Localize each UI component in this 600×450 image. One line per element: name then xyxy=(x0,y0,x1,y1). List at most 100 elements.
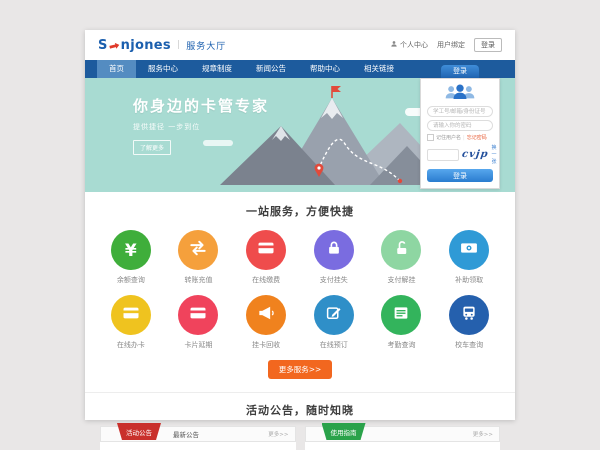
service-label: 校车查询 xyxy=(435,340,503,350)
people-icon xyxy=(427,84,493,103)
header-login-button[interactable]: 登录 xyxy=(474,38,502,52)
banknote-icon xyxy=(459,238,479,262)
unlock-icon xyxy=(392,239,410,261)
service-card-recycle[interactable]: 挂卡回收 xyxy=(232,286,300,351)
username-input[interactable] xyxy=(427,106,493,117)
service-icon-circle[interactable] xyxy=(246,295,286,335)
more-link-usage-guide[interactable]: 更多>> xyxy=(473,430,493,438)
service-icon-circle[interactable] xyxy=(381,230,421,270)
header-link-user-binding[interactable]: 用户绑定 xyxy=(437,40,465,50)
banner-cta-button[interactable]: 了解更多 xyxy=(133,140,171,155)
service-icon-circle[interactable]: ¥ xyxy=(111,230,151,270)
service-online-booking[interactable]: 在线预订 xyxy=(300,286,368,351)
announcements-section: 活动公告，随时知晓 活动公告最新公告更多>>使用指南更多>> xyxy=(85,392,515,450)
service-schoolbus-query[interactable]: 校车查询 xyxy=(435,286,503,351)
logo-tagline: 服务大厅 xyxy=(186,39,226,52)
service-label: 在线办卡 xyxy=(97,340,165,350)
captcha-refresh-link[interactable]: 换一张 xyxy=(492,144,497,165)
bus-icon xyxy=(460,304,478,326)
captcha-input[interactable] xyxy=(427,149,459,161)
service-icon-circle[interactable] xyxy=(246,230,286,270)
remember-row: 记住用户名 | 忘记密码 xyxy=(427,134,493,141)
ribbon-tab-usage-guide[interactable]: 使用指南 xyxy=(322,423,366,440)
service-icon-circle[interactable] xyxy=(449,230,489,270)
service-icon-circle[interactable] xyxy=(314,230,354,270)
announcement-panels: 活动公告 最新公告 更多>> 使用指南 更多>> xyxy=(85,426,515,450)
top-links: 个人中心 用户绑定 登录 xyxy=(390,38,502,52)
panel-header-activity-notice: 活动公告 最新公告 更多>> xyxy=(100,426,296,442)
list-icon xyxy=(392,304,410,326)
service-label: 余额查询 xyxy=(97,275,165,285)
nav-item-news[interactable]: 新闻公告 xyxy=(244,60,298,78)
panel-activity-notice: 活动公告 最新公告 更多>> xyxy=(100,426,296,450)
service-label: 考勤查询 xyxy=(368,340,436,350)
login-panel: 登录 记住用户名 | 忘记密码 xyxy=(420,65,500,189)
services-grid: ¥ 余额查询 转账充值 在线缴费 支付挂失 支付解挂 补助领取 xyxy=(85,221,515,351)
password-input[interactable] xyxy=(427,120,493,131)
more-services-button[interactable]: 更多服务>> xyxy=(268,360,333,379)
yen-icon: ¥ xyxy=(125,241,137,260)
service-icon-circle[interactable] xyxy=(381,295,421,335)
person-icon xyxy=(390,40,398,50)
service-card-renewal[interactable]: 卡片延期 xyxy=(165,286,233,351)
site-container: S njones | 服务大厅 个人中心 用户绑定 登录 xyxy=(85,30,515,420)
card-icon xyxy=(121,303,141,327)
service-label: 在线预订 xyxy=(300,340,368,350)
flag-icon xyxy=(332,86,341,92)
service-icon-circle[interactable] xyxy=(178,295,218,335)
login-form: 记住用户名 | 忘记密码 cvjp 换一张 登录 xyxy=(420,78,500,189)
lock-icon xyxy=(325,239,343,261)
more-link-activity-notice[interactable]: 更多>> xyxy=(268,430,288,438)
panel-usage-guide: 使用指南 更多>> xyxy=(305,426,501,450)
header-link-personal-center[interactable]: 个人中心 xyxy=(390,40,428,50)
login-submit-button[interactable]: 登录 xyxy=(427,169,493,182)
service-icon-circle[interactable] xyxy=(314,295,354,335)
captcha-image: cvjp xyxy=(461,149,489,160)
service-icon-circle[interactable] xyxy=(449,295,489,335)
captcha-row: cvjp 换一张 xyxy=(427,144,493,165)
tab-latest-news[interactable]: 最新公告 xyxy=(173,429,199,439)
login-tab[interactable]: 登录 xyxy=(441,65,479,78)
top-bar: S njones | 服务大厅 个人中心 用户绑定 登录 xyxy=(85,30,515,60)
edit-icon xyxy=(325,304,343,326)
service-icon-circle[interactable] xyxy=(178,230,218,270)
service-attendance-query[interactable]: 考勤查询 xyxy=(368,286,436,351)
forgot-password-link[interactable]: 忘记密码 xyxy=(467,134,487,141)
logo-text-rest: njones xyxy=(121,38,171,53)
banner-subtitle: 提供捷径 一步到位 xyxy=(133,122,269,132)
transfer-icon xyxy=(188,238,208,262)
nav-item-related-links[interactable]: 相关链接 xyxy=(352,60,406,78)
page-background: S njones | 服务大厅 个人中心 用户绑定 登录 xyxy=(0,0,600,450)
logo-divider: | xyxy=(177,40,180,50)
service-label: 挂卡回收 xyxy=(232,340,300,350)
card-icon xyxy=(188,303,208,327)
services-title: 一站服务，方便快捷 xyxy=(85,203,515,219)
banner-text-block: 你身边的卡管专家 提供捷径 一步到位 了解更多 xyxy=(133,95,269,155)
banner-title: 你身边的卡管专家 xyxy=(133,95,269,116)
service-transfer-recharge[interactable]: 转账充值 xyxy=(165,221,233,286)
logo-arrow-icon xyxy=(109,41,120,50)
service-payment-unfreeze[interactable]: 支付解挂 xyxy=(368,221,436,286)
nav-item-rules[interactable]: 规章制度 xyxy=(190,60,244,78)
service-balance-query[interactable]: ¥ 余额查询 xyxy=(97,221,165,286)
service-icon-circle[interactable] xyxy=(111,295,151,335)
hero-banner: 你身边的卡管专家 提供捷径 一步到位 了解更多 登录 xyxy=(85,78,515,192)
panel-header-usage-guide: 使用指南 更多>> xyxy=(305,426,501,442)
nav-item-service-center[interactable]: 服务中心 xyxy=(136,60,190,78)
service-label: 转账充值 xyxy=(165,275,233,285)
service-subsidy-collect[interactable]: 补助领取 xyxy=(435,221,503,286)
remember-checkbox[interactable] xyxy=(427,134,434,141)
service-online-payment[interactable]: 在线缴费 xyxy=(232,221,300,286)
nav-item-help-center[interactable]: 帮助中心 xyxy=(298,60,352,78)
services-section: 一站服务，方便快捷 ¥ 余额查询 转账充值 在线缴费 支付挂失 支付解挂 xyxy=(85,192,515,379)
logo: S njones | 服务大厅 xyxy=(98,38,226,53)
nav-item-home[interactable]: 首页 xyxy=(97,60,136,78)
ribbon-tab-activity-notice[interactable]: 活动公告 xyxy=(117,423,161,440)
service-label: 支付解挂 xyxy=(368,275,436,285)
service-label: 补助领取 xyxy=(435,275,503,285)
service-online-card-apply[interactable]: 在线办卡 xyxy=(97,286,165,351)
remember-label: 记住用户名 xyxy=(436,134,461,141)
service-payment-loss[interactable]: 支付挂失 xyxy=(300,221,368,286)
service-label: 卡片延期 xyxy=(165,340,233,350)
panel-body-activity-notice xyxy=(100,442,296,450)
